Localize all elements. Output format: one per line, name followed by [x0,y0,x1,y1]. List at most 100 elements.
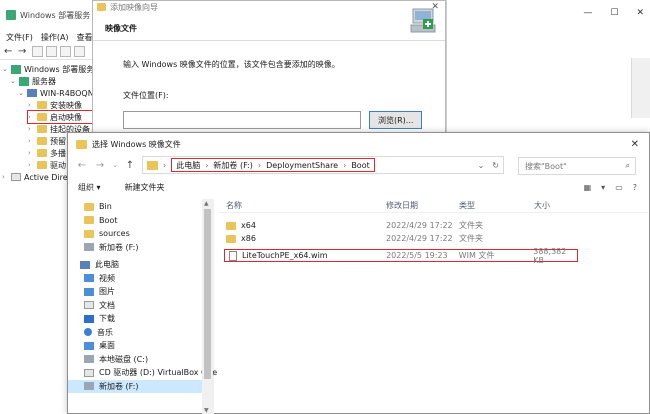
nav-item-cd-drive[interactable]: CD 驱动器 (D:) VirtualBox Gue [68,366,217,380]
back-arrow-icon[interactable]: ← [76,160,88,171]
nav-item-this-pc[interactable]: 此电脑 [68,258,213,272]
close-icon[interactable]: ✕ [631,139,639,150]
window-caption-buttons: — ☐ ✕ [583,8,644,18]
command-bar: 组织 ▾ 新建文件夹 ▦ ▾ ▭ ? [68,175,649,199]
nav-item-label: 下载 [99,314,115,324]
menu-file[interactable]: 文件(F) [6,32,33,43]
file-list: 名称 修改日期 类型 大小 x64 2022/4/29 17:22 文件夹 x8… [218,199,648,265]
chevron-right-icon[interactable]: › [258,161,261,170]
expand-icon[interactable]: › [28,149,34,157]
wizard-title: 添加映像向导 [110,2,158,12]
tree-server[interactable]: ⌄ WIN-R4BOQN [0,87,95,99]
file-location-input[interactable] [123,111,361,129]
forward-arrow-icon[interactable]: → [94,160,106,171]
scrollbar-thumb[interactable] [204,209,211,379]
nav-item-volume-f[interactable]: 新加卷 (F:) [68,241,213,255]
file-name-cell: x64 [218,221,386,230]
background-scrollbar[interactable] [631,58,650,118]
nav-item-documents[interactable]: 文档 [68,299,213,313]
nav-item-pictures[interactable]: 图片 [68,285,213,299]
nav-item-label: 文档 [99,300,115,310]
file-type: WIM 文件 [458,251,495,260]
folder-icon [147,160,158,170]
column-type[interactable]: 类型 [459,200,534,211]
expand-icon[interactable]: › [28,101,34,109]
breadcrumb-this-pc[interactable]: 此电脑 [176,160,200,171]
file-row-x86[interactable]: x86 2022/4/29 17:22 文件夹 [218,232,648,245]
file-name: x64 [241,221,256,230]
nav-item-downloads[interactable]: 下载 [68,312,213,326]
back-arrow-icon[interactable]: ← [4,46,15,57]
collapse-icon[interactable]: ⌄ [2,65,8,73]
nav-item-local-disk[interactable]: 本地磁盘 (C:) [68,353,213,367]
nav-item-label: Boot [99,215,118,225]
tree-boot-images[interactable]: › 启动映像 [27,110,96,124]
column-date[interactable]: 修改日期 [386,200,459,211]
address-bar[interactable]: › 此电脑 › 新加卷 (F:) › DeploymentShare › Boo… [142,156,504,174]
chevron-right-icon[interactable]: › [343,161,346,170]
menu-action[interactable]: 操作(A) [41,32,69,43]
nav-item-sources[interactable]: sources [68,227,213,241]
expand-icon[interactable]: › [28,125,34,133]
expand-icon[interactable]: › [28,113,34,121]
search-box[interactable]: 搜索"Boot" ⌕ [518,157,636,175]
wds-titlebar: Windows 部署服务 [0,0,95,30]
refresh-icon[interactable] [60,46,71,57]
forward-arrow-icon[interactable]: → [18,46,29,57]
chevron-right-icon: › [163,160,167,170]
menu-view[interactable]: 查看 [77,32,93,43]
column-name[interactable]: 名称 [218,200,386,211]
browse-button[interactable]: 浏览(R)... [369,111,423,129]
folder-icon [37,125,47,133]
recent-chevron-icon[interactable]: ⌄ [112,161,118,169]
collapse-icon[interactable]: ⌄ [18,89,24,97]
breadcrumb-boot[interactable]: Boot [351,161,369,170]
console-tree-icon[interactable] [32,46,43,57]
maximize-icon[interactable]: ☐ [610,8,618,18]
help-icon[interactable] [74,46,85,57]
drive-icon [84,355,94,364]
organize-button[interactable]: 组织 ▾ [78,182,101,193]
minimize-icon[interactable]: — [583,8,592,18]
expand-icon[interactable]: › [28,161,34,169]
refresh-icon[interactable]: ↻ [492,161,499,170]
nav-scrollbar[interactable]: ▲ ▼ [202,199,213,414]
wizard-description: 输入 Windows 映像文件的位置，该文件包含要添加的映像。 [123,60,340,69]
tree-install-images[interactable]: › 安装映像 [0,99,95,111]
nav-item-label: 新加卷 (F:) [99,242,139,252]
nav-item-music[interactable]: 音乐 [68,326,213,340]
nav-item-desktop[interactable]: 桌面 [68,339,213,353]
expand-icon[interactable]: › [2,173,8,181]
chevron-right-icon[interactable]: › [205,161,208,170]
file-row-x64[interactable]: x64 2022/4/29 17:22 文件夹 [218,219,648,232]
file-row-wim[interactable]: LiteTouchPE_x64.wim 2022/5/5 19:23 WIM 文… [224,247,578,265]
up-arrow-icon[interactable]: ↑ [124,160,136,171]
dialog-title: 选择 Windows 映像文件 [92,139,181,149]
tree-servers[interactable]: ⌄ 服务器 [0,75,95,87]
file-location-label: 文件位置(F): [123,91,169,100]
download-icon [84,314,94,323]
nav-item-bin[interactable]: Bin [68,200,213,214]
chevron-down-icon[interactable]: ⌄ [478,161,485,170]
collapse-icon[interactable]: ⌄ [10,77,16,85]
nav-item-videos[interactable]: 视频 [68,272,213,286]
nav-item-volume-f-selected[interactable]: 新加卷 (F:) [68,379,213,393]
navigation-pane: Bin Boot sources 新加卷 (F:) 此电脑 视频 图片 文档 下… [68,199,217,414]
view-mode-icon[interactable]: ▦ [584,183,592,192]
tree-root[interactable]: ⌄ Windows 部署服务 [0,63,95,75]
preview-pane-icon[interactable]: ▭ [615,183,623,192]
breadcrumb-volume[interactable]: 新加卷 (F:) [213,160,252,171]
expand-icon[interactable]: › [28,137,34,145]
breadcrumb-deploymentshare[interactable]: DeploymentShare [266,161,338,170]
scroll-up-icon[interactable]: ▲ [204,200,209,207]
wizard-header: 映像文件 [93,8,445,41]
scroll-down-icon[interactable]: ▼ [204,407,209,414]
column-size[interactable]: 大小 [534,200,640,211]
help-icon[interactable]: ? [633,183,637,192]
chevron-down-icon[interactable]: ▾ [601,183,605,192]
nav-item-boot[interactable]: Boot [68,214,213,228]
close-icon[interactable]: ✕ [636,8,644,18]
properties-icon[interactable] [46,46,57,57]
search-icon: ⌕ [625,161,630,170]
new-folder-button[interactable]: 新建文件夹 [125,182,165,193]
